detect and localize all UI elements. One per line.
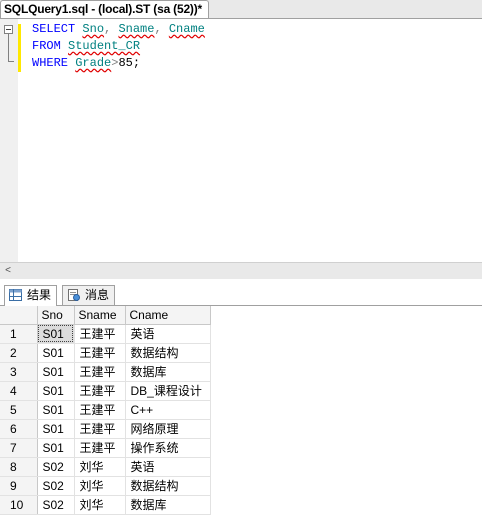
cell-sno[interactable]: S02 (37, 495, 75, 515)
cell-sno[interactable]: S01 (37, 419, 75, 439)
table-row[interactable]: 2 S01 王建平 数据结构 (0, 343, 211, 363)
table-row[interactable]: 1 S01 王建平 英语 (0, 324, 211, 344)
header-row: Sno Sname Cname (0, 306, 211, 325)
cell-sname[interactable]: 王建平 (74, 343, 126, 363)
outline-line (8, 34, 9, 61)
table-row[interactable]: 4 S01 王建平 DB_课程设计 (0, 381, 211, 401)
row-number-cell[interactable]: 6 (0, 419, 38, 439)
cell-sname[interactable]: 王建平 (74, 400, 126, 420)
cell-sno[interactable]: S01 (37, 400, 75, 420)
scroll-left-arrow-icon[interactable]: < (2, 265, 14, 277)
cell-sno[interactable]: S01 (37, 324, 75, 344)
table-row[interactable]: 6 S01 王建平 网络原理 (0, 419, 211, 439)
tab-results[interactable]: 结果 (4, 285, 58, 306)
tab-results-label: 结果 (27, 288, 52, 302)
row-number-cell[interactable]: 8 (0, 457, 38, 477)
cell-sname[interactable]: 刘华 (74, 495, 126, 515)
row-number-cell[interactable]: 2 (0, 343, 38, 363)
comma: , (154, 22, 162, 36)
results-tab-bar: 结果 消息 (0, 279, 482, 306)
row-number-cell[interactable]: 7 (0, 438, 38, 458)
cell-cname[interactable]: 数据结构 (125, 343, 211, 363)
cell-cname[interactable]: DB_课程设计 (125, 381, 211, 401)
document-tab-strip: SQLQuery1.sql - (local).ST (sa (52))* (0, 0, 482, 19)
table-row[interactable]: 10 S02 刘华 数据库 (0, 495, 211, 515)
cell-sno[interactable]: S01 (37, 362, 75, 382)
code-line-2: FROM Student_CR (32, 38, 205, 55)
keyword-select: SELECT (32, 22, 76, 36)
editor-horizontal-scrollbar[interactable]: < (0, 262, 482, 279)
cell-sname[interactable]: 王建平 (74, 419, 126, 439)
cell-sname[interactable]: 王建平 (74, 362, 126, 382)
query-editor[interactable]: SELECT Sno, Sname, Cname FROM Student_CR… (0, 19, 482, 262)
row-number-cell[interactable]: 3 (0, 362, 38, 382)
column-header-sno[interactable]: Sno (37, 306, 75, 325)
row-number-cell[interactable]: 4 (0, 381, 38, 401)
table-row[interactable]: 7 S01 王建平 操作系统 (0, 438, 211, 458)
table-row[interactable]: 5 S01 王建平 C++ (0, 400, 211, 420)
sql-code[interactable]: SELECT Sno, Sname, Cname FROM Student_CR… (32, 21, 205, 72)
changed-lines-marker (18, 24, 21, 72)
outline-end (8, 61, 14, 62)
column-sno: Sno (82, 22, 105, 36)
cell-sname[interactable]: 王建平 (74, 381, 126, 401)
column-cname: Cname (168, 22, 205, 36)
cell-cname[interactable]: 英语 (125, 324, 211, 344)
cell-cname[interactable]: C++ (125, 400, 211, 420)
table-row[interactable]: 3 S01 王建平 数据库 (0, 362, 211, 382)
table-row[interactable]: 9 S02 刘华 数据结构 (0, 476, 211, 496)
row-number-cell[interactable]: 9 (0, 476, 38, 496)
cell-sname[interactable]: 王建平 (74, 438, 126, 458)
tab-messages[interactable]: 消息 (62, 285, 116, 305)
table-row[interactable]: 8 S02 刘华 英语 (0, 457, 211, 477)
editor-gutter (0, 19, 18, 262)
cell-cname[interactable]: 数据库 (125, 362, 211, 382)
tab-messages-label: 消息 (85, 288, 110, 302)
cell-sname[interactable]: 王建平 (74, 324, 126, 344)
code-line-3: WHERE Grade>85; (32, 55, 205, 72)
row-number-cell[interactable]: 10 (0, 495, 38, 515)
cell-sno[interactable]: S02 (37, 476, 75, 496)
row-number-cell[interactable]: 1 (0, 324, 38, 344)
code-line-1: SELECT Sno, Sname, Cname (32, 21, 205, 38)
cell-sname[interactable]: 刘华 (74, 476, 126, 496)
cell-cname[interactable]: 英语 (125, 457, 211, 477)
row-number-cell[interactable]: 5 (0, 400, 38, 420)
cell-cname[interactable]: 数据结构 (125, 476, 211, 496)
column-grade: Grade (75, 56, 112, 70)
cell-sno[interactable]: S01 (37, 343, 75, 363)
comma: , (104, 22, 112, 36)
cell-sname[interactable]: 刘华 (74, 457, 126, 477)
results-grid[interactable]: Sno Sname Cname 1 S01 王建平 英语 2 S01 王建平 数据结构 3 S01… (0, 306, 482, 517)
results-table: Sno Sname Cname 1 S01 王建平 英语 2 S01 王建平 数据结构 3 S01… (0, 306, 211, 515)
grid-icon (9, 289, 22, 301)
cell-cname[interactable]: 网络原理 (125, 419, 211, 439)
keyword-from: FROM (32, 39, 61, 53)
table-student-cr: Student_CR (68, 39, 141, 53)
column-sname: Sname (118, 22, 155, 36)
column-header-sname[interactable]: Sname (74, 306, 126, 325)
cell-sno[interactable]: S01 (37, 381, 75, 401)
cell-sno[interactable]: S01 (37, 438, 75, 458)
cell-cname[interactable]: 操作系统 (125, 438, 211, 458)
messages-icon (68, 289, 80, 301)
collapse-minus-icon[interactable] (4, 25, 13, 34)
literal-value: 85; (118, 56, 141, 70)
column-header-cname[interactable]: Cname (125, 306, 211, 325)
corner-header[interactable] (0, 306, 38, 325)
keyword-where: WHERE (32, 56, 69, 70)
cell-cname[interactable]: 数据库 (125, 495, 211, 515)
cell-sno[interactable]: S02 (37, 457, 75, 477)
document-tab-sqlquery1[interactable]: SQLQuery1.sql - (local).ST (sa (52))* (0, 0, 209, 18)
